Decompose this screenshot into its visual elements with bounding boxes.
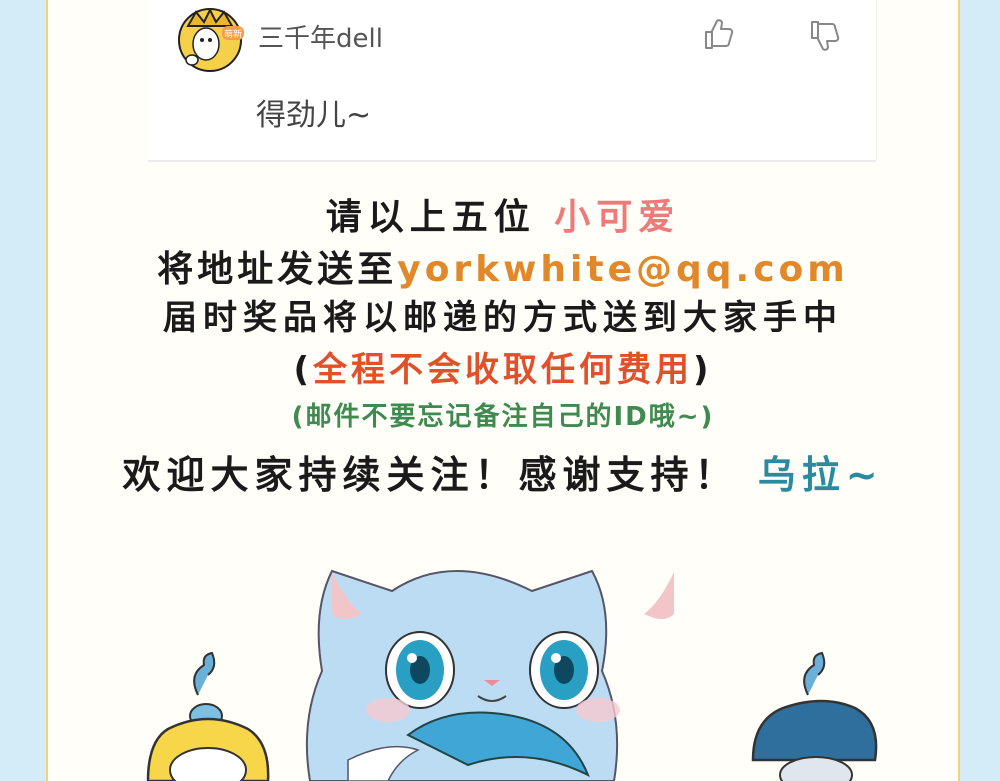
blue-mascot-icon	[751, 651, 878, 781]
line6-highlight: 乌拉~	[757, 453, 884, 497]
mascot-illustration	[146, 569, 878, 781]
comment-username[interactable]: 三千年dell	[258, 18, 383, 55]
right-border-decoration	[958, 0, 1000, 781]
announcement-line-5: (邮件不要忘记备注自己的ID哦~)	[291, 402, 715, 432]
avatar-badge: 萌新	[224, 28, 242, 40]
line4-highlight: 全程不会收取任何费用	[313, 350, 693, 390]
announcement-line-2: 将地址发送至yorkwhite@qq.com	[48, 240, 958, 292]
blue-cat-mascot	[305, 569, 674, 781]
line4-open: (	[293, 350, 313, 390]
announcement-line-4: (全程不会收取任何费用)	[48, 342, 958, 391]
left-border-decoration	[0, 0, 48, 781]
comment-text: 得劲儿~	[256, 98, 372, 133]
user-avatar[interactable]: 萌新	[176, 6, 244, 72]
thumbs-down-icon[interactable]	[808, 18, 842, 52]
announcement-line-6: 欢迎大家持续关注！感谢支持！ 乌拉~	[48, 444, 958, 499]
yellow-mascot-icon	[146, 651, 270, 781]
announcement-line-1: 请以上五位 小可爱	[48, 188, 958, 240]
line2-prefix: 将地址发送至	[157, 249, 398, 290]
page: 萌新 三千年dell 得劲儿~ 请以上五位 小可爱 将地址发送至yorkwhit…	[0, 0, 1000, 781]
line4-close: )	[693, 350, 713, 390]
announcement-line-3: 届时奖品将以邮递的方式送到大家手中	[163, 298, 843, 338]
line6-prefix: 欢迎大家持续关注！感谢支持！	[122, 453, 739, 497]
line1-highlight: 小可爱	[554, 197, 681, 238]
thumbs-up-icon[interactable]	[702, 18, 736, 52]
contact-email[interactable]: yorkwhite@qq.com	[397, 249, 849, 290]
comment-divider	[148, 160, 876, 162]
line1-prefix: 请以上五位	[325, 197, 536, 238]
